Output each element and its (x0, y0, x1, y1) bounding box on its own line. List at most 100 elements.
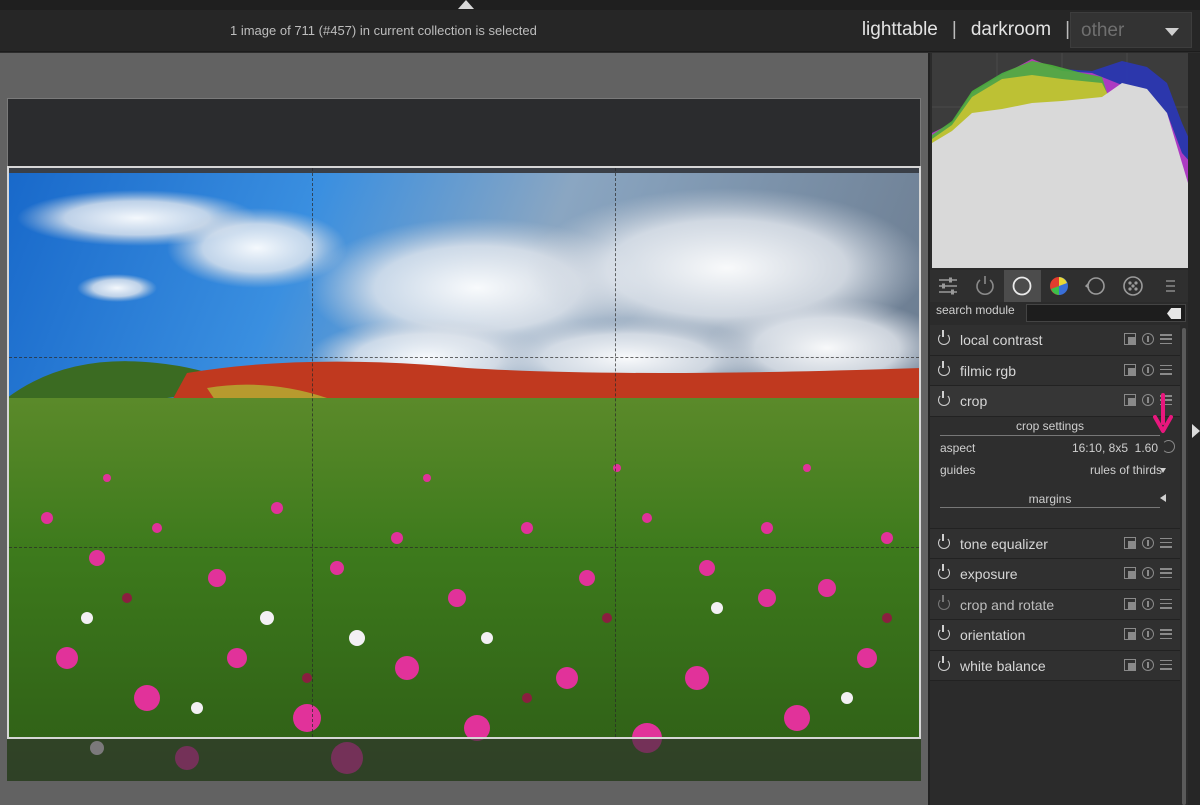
circle-icon (1012, 276, 1032, 296)
aspect-label: aspect (940, 440, 976, 455)
presets-icon[interactable] (1160, 364, 1172, 376)
power-icon[interactable] (938, 391, 950, 406)
crop-excluded-area-top (7, 98, 921, 166)
crop-excluded-area-bottom (7, 739, 921, 781)
guides-dropdown[interactable]: rules of thirds (1090, 463, 1162, 477)
image-canvas[interactable] (0, 53, 928, 805)
tab-color[interactable] (1041, 270, 1078, 302)
presets-icon[interactable] (1160, 537, 1172, 549)
crop-module-settings: crop settings aspect 16:10, 8x5 1.60 gui… (930, 392, 1180, 529)
module-tone-equalizer[interactable]: tone equalizer (930, 528, 1180, 559)
module-group-tabs (930, 270, 1188, 302)
multi-instance-icon[interactable] (1124, 363, 1136, 376)
module-orientation[interactable]: orientation (930, 620, 1180, 651)
tab-effect[interactable] (1114, 270, 1151, 302)
aspect-toggle-icon[interactable] (1162, 439, 1175, 453)
tab-correct[interactable] (1077, 270, 1114, 302)
reset-icon[interactable] (1142, 333, 1154, 345)
sliders-icon (939, 277, 958, 295)
module-name: white balance (960, 657, 1046, 674)
power-icon[interactable] (938, 655, 950, 671)
presets-icon[interactable] (1160, 333, 1172, 345)
multi-instance-icon[interactable] (1124, 597, 1136, 610)
clear-search-icon[interactable] (1167, 308, 1181, 319)
selection-status: 1 image of 711 (#457) in current collect… (230, 23, 537, 38)
reset-icon[interactable] (1142, 536, 1154, 549)
histogram[interactable] (932, 53, 1191, 268)
module-crop[interactable]: crop (930, 386, 1180, 417)
power-icon[interactable] (938, 330, 950, 345)
aspect-ratio-value[interactable]: 1.60 (1135, 441, 1158, 455)
hamburger-menu-icon (1165, 280, 1175, 292)
presets-icon[interactable] (1160, 598, 1172, 610)
power-icon[interactable] (938, 625, 950, 640)
aspect-value[interactable]: 16:10, 8x5 (1072, 441, 1128, 455)
chevron-down-icon (1165, 28, 1179, 36)
presets-icon[interactable] (1160, 628, 1172, 640)
module-filmic-rgb[interactable]: filmic rgb (930, 355, 1180, 386)
power-icon[interactable] (938, 564, 950, 579)
expand-left-icon[interactable] (1160, 493, 1166, 502)
module-name: local contrast (960, 332, 1043, 348)
top-bar: 1 image of 711 (#457) in current collect… (0, 0, 1200, 52)
right-panel-toggle-icon[interactable] (1192, 424, 1200, 438)
module-white-balance[interactable]: white balance (930, 650, 1180, 681)
tab-active-modules[interactable] (967, 270, 1004, 302)
module-name: tone equalizer (960, 535, 1048, 552)
top-panel-toggle-icon[interactable] (458, 0, 474, 9)
power-icon[interactable] (938, 533, 950, 549)
margins-section-title[interactable]: margins (940, 492, 1160, 506)
tab-base[interactable] (1003, 270, 1041, 302)
module-name: crop (960, 393, 988, 409)
guides-label: guides (940, 462, 976, 477)
multi-instance-icon[interactable] (1124, 567, 1136, 579)
module-name: crop and rotate (960, 596, 1055, 613)
crop-frame[interactable] (7, 166, 921, 739)
module-name: orientation (960, 627, 1026, 643)
module-actions (1124, 333, 1172, 345)
power-icon[interactable] (938, 594, 950, 610)
view-darkroom[interactable]: darkroom (971, 19, 1051, 41)
module-crop-and-rotate[interactable]: crop and rotate (930, 589, 1180, 620)
thirds-guide-vertical (615, 168, 617, 737)
reset-icon[interactable] (1142, 628, 1154, 640)
chevron-down-icon[interactable] (1160, 467, 1166, 473)
other-views-dropdown[interactable]: other (1070, 12, 1192, 48)
power-icon (976, 276, 995, 295)
other-views-label: other (1081, 20, 1125, 41)
view-separator: | (951, 19, 957, 40)
view-lighttable[interactable]: lighttable (862, 19, 938, 41)
reset-icon[interactable] (1142, 597, 1154, 610)
multi-instance-icon[interactable] (1124, 536, 1136, 549)
presets-icon[interactable] (1160, 567, 1172, 579)
module-name: filmic rgb (960, 362, 1017, 379)
multi-instance-icon[interactable] (1124, 333, 1136, 345)
module-actions (1124, 658, 1172, 671)
thirds-guide-horizontal (9, 546, 919, 548)
module-actions (1124, 567, 1172, 579)
section-divider (940, 434, 1160, 436)
module-actions (1124, 597, 1172, 610)
module-actions (1124, 628, 1172, 640)
section-divider (940, 506, 1160, 508)
multi-instance-icon[interactable] (1124, 394, 1136, 406)
top-panel-collapse-strip[interactable] (0, 0, 1200, 10)
module-local-contrast[interactable]: local contrast (930, 325, 1180, 356)
module-list-scrollbar[interactable] (1182, 328, 1186, 805)
module-name: exposure (960, 566, 1018, 582)
reset-icon[interactable] (1142, 567, 1154, 579)
module-actions (1124, 536, 1172, 549)
view-switcher: lighttable | darkroom | (862, 19, 1070, 41)
thirds-guide-vertical (312, 168, 314, 737)
module-exposure[interactable]: exposure (930, 559, 1180, 590)
power-icon[interactable] (938, 360, 950, 376)
presets-icon[interactable] (1160, 659, 1172, 671)
multi-instance-icon[interactable] (1124, 628, 1136, 640)
search-input[interactable] (1026, 304, 1186, 322)
reset-icon[interactable] (1142, 658, 1154, 671)
reset-icon[interactable] (1142, 363, 1154, 376)
crop-settings-title[interactable]: crop settings (940, 419, 1160, 433)
presets-menu[interactable] (1151, 270, 1188, 302)
multi-instance-icon[interactable] (1124, 658, 1136, 671)
tab-quick-access[interactable] (930, 270, 967, 302)
